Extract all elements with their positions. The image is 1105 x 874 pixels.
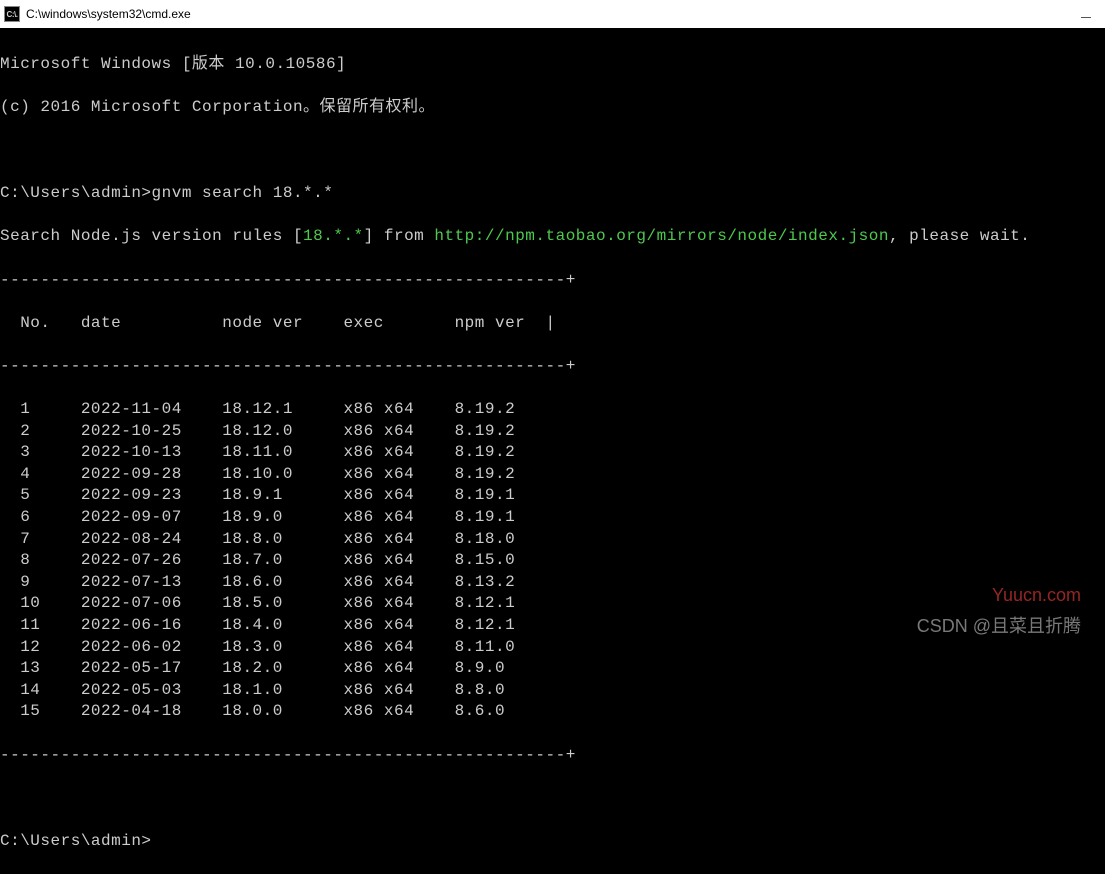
cmd-icon: C:\. <box>4 6 20 22</box>
table-row: 12 2022-06-02 18.3.0 x86 x64 8.11.0 <box>0 637 1105 659</box>
divider-bottom: ----------------------------------------… <box>0 745 1105 767</box>
table-row: 5 2022-09-23 18.9.1 x86 x64 8.19.1 <box>0 485 1105 507</box>
search-status-line: Search Node.js version rules [18.*.*] fr… <box>0 226 1105 248</box>
window-title: C:\windows\system32\cmd.exe <box>26 7 191 21</box>
table-row: 7 2022-08-24 18.8.0 x86 x64 8.18.0 <box>0 529 1105 551</box>
table-row: 8 2022-07-26 18.7.0 x86 x64 8.15.0 <box>0 550 1105 572</box>
prompt-path: C:\Users\admin> <box>0 184 152 202</box>
window-titlebar: C:\. C:\windows\system32\cmd.exe <box>0 0 1105 28</box>
table-row: 13 2022-05-17 18.2.0 x86 x64 8.9.0 <box>0 658 1105 680</box>
table-row: 1 2022-11-04 18.12.1 x86 x64 8.19.2 <box>0 399 1105 421</box>
search-pattern: 18.*.* <box>303 227 364 245</box>
table-row: 9 2022-07-13 18.6.0 x86 x64 8.13.2 <box>0 572 1105 594</box>
table-row: 2 2022-10-25 18.12.0 x86 x64 8.19.2 <box>0 421 1105 443</box>
prompt-command-line: C:\Users\admin>gnvm search 18.*.* <box>0 183 1105 205</box>
table-header-row: No. date node ver exec npm ver | <box>0 313 1105 335</box>
blank-line <box>0 140 1105 162</box>
mirror-url: http://npm.taobao.org/mirrors/node/index… <box>434 227 889 245</box>
divider-mid: ----------------------------------------… <box>0 356 1105 378</box>
titlebar-left: C:\. C:\windows\system32\cmd.exe <box>4 6 191 22</box>
table-row: 15 2022-04-18 18.0.0 x86 x64 8.6.0 <box>0 701 1105 723</box>
table-row: 6 2022-09-07 18.9.0 x86 x64 8.19.1 <box>0 507 1105 529</box>
header-line-2: (c) 2016 Microsoft Corporation。保留所有权利。 <box>0 97 1105 119</box>
table-row: 3 2022-10-13 18.11.0 x86 x64 8.19.2 <box>0 442 1105 464</box>
watermark-csdn: CSDN @且菜且折腾 <box>917 612 1081 638</box>
table-row: 4 2022-09-28 18.10.0 x86 x64 8.19.2 <box>0 464 1105 486</box>
command-text: gnvm search 18.*.* <box>152 184 334 202</box>
divider-top: ----------------------------------------… <box>0 270 1105 292</box>
watermark-yuucn: Yuucn.com <box>992 585 1081 606</box>
titlebar-controls <box>1081 11 1101 18</box>
header-line-1: Microsoft Windows [版本 10.0.10586] <box>0 54 1105 76</box>
table-row: 14 2022-05-03 18.1.0 x86 x64 8.8.0 <box>0 680 1105 702</box>
minimize-icon[interactable] <box>1081 17 1091 18</box>
table-body: 1 2022-11-04 18.12.1 x86 x64 8.19.2 2 20… <box>0 399 1105 723</box>
terminal-output[interactable]: Microsoft Windows [版本 10.0.10586] (c) 20… <box>0 28 1105 874</box>
blank-line-2 <box>0 788 1105 810</box>
prompt-idle: C:\Users\admin> <box>0 831 1105 853</box>
